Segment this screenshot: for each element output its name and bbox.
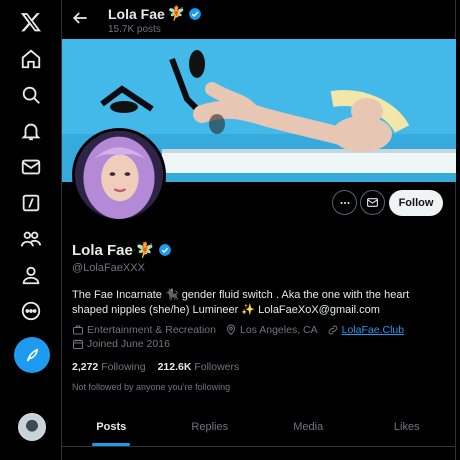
profile-header-bar: Lola Fae 🧚 15.7K posts <box>62 0 456 39</box>
more-dots-icon <box>339 201 350 204</box>
main-column: Lola Fae 🧚 15.7K posts Follow Lola Fae 🧚… <box>62 0 456 460</box>
verified-badge-icon <box>189 7 202 20</box>
following-link[interactable]: 2,272 Following <box>72 361 146 373</box>
profile-joined-date: Joined June 2016 <box>87 338 170 350</box>
profile-location: Los Angeles, CA <box>239 324 318 336</box>
more-options-button[interactable] <box>332 190 357 215</box>
left-nav <box>0 0 62 460</box>
profile-display-name: Lola Fae 🧚 <box>72 241 172 259</box>
header-name-text: Lola Fae <box>108 5 165 22</box>
header-posts-count: 15.7K posts <box>108 24 161 35</box>
message-button[interactable] <box>360 190 385 215</box>
explore-icon[interactable] <box>13 77 49 113</box>
notifications-icon[interactable] <box>13 113 49 149</box>
tab-replies[interactable]: Replies <box>161 408 260 446</box>
link-icon <box>328 325 337 335</box>
grok-icon[interactable] <box>13 185 49 221</box>
fairy-emoji-icon: 🧚 <box>135 242 155 259</box>
profile-icon[interactable] <box>13 257 49 293</box>
communities-icon[interactable] <box>13 221 49 257</box>
header-display-name: Lola Fae 🧚 <box>108 5 202 22</box>
not-followed-notice: Not followed by anyone you’re following <box>72 382 231 392</box>
profile-bio: The Fae Incarnate 🐈‍⬛ gender fluid switc… <box>72 289 410 316</box>
verified-badge-icon[interactable] <box>158 243 172 257</box>
messages-icon[interactable] <box>13 149 49 185</box>
profile-tabs: Posts Replies Media Likes <box>62 408 456 447</box>
briefcase-icon <box>73 325 83 335</box>
followers-count: 212.6K <box>157 361 192 373</box>
location-pin-icon <box>226 324 235 336</box>
home-icon[interactable] <box>13 41 49 77</box>
following-count: 2,272 <box>72 361 99 373</box>
profile-category: Entertainment & Recreation <box>87 324 216 336</box>
profile-name-text: Lola Fae <box>72 241 133 259</box>
followers-link[interactable]: 212.6K Followers <box>158 361 240 373</box>
back-arrow-icon[interactable] <box>70 8 90 28</box>
x-logo-icon[interactable] <box>13 4 49 40</box>
calendar-icon <box>73 339 83 349</box>
feather-plus-icon <box>26 348 39 362</box>
more-icon[interactable] <box>13 293 49 329</box>
profile-website-link[interactable]: LolaFae.Club <box>342 324 404 336</box>
tab-likes[interactable]: Likes <box>358 408 457 446</box>
profile-avatar[interactable] <box>72 128 166 222</box>
profile-stats: 2,272 Following 212.6K Followers <box>72 361 239 373</box>
following-label: Following <box>101 361 146 373</box>
profile-handle: @LolaFaeXXX <box>72 262 145 274</box>
tab-posts[interactable]: Posts <box>62 408 161 446</box>
envelope-icon <box>367 198 378 207</box>
profile-meta-row: Entertainment & Recreation Los Angeles, … <box>72 324 404 336</box>
account-avatar[interactable] <box>18 413 46 441</box>
post-button[interactable] <box>14 337 50 373</box>
fairy-emoji-icon: 🧚 <box>167 5 186 21</box>
profile-joined-row: Joined June 2016 <box>72 338 170 350</box>
tab-media[interactable]: Media <box>259 408 358 446</box>
follow-button[interactable]: Follow <box>389 190 443 216</box>
avatar-photo <box>75 131 163 219</box>
followers-label: Followers <box>194 361 240 373</box>
